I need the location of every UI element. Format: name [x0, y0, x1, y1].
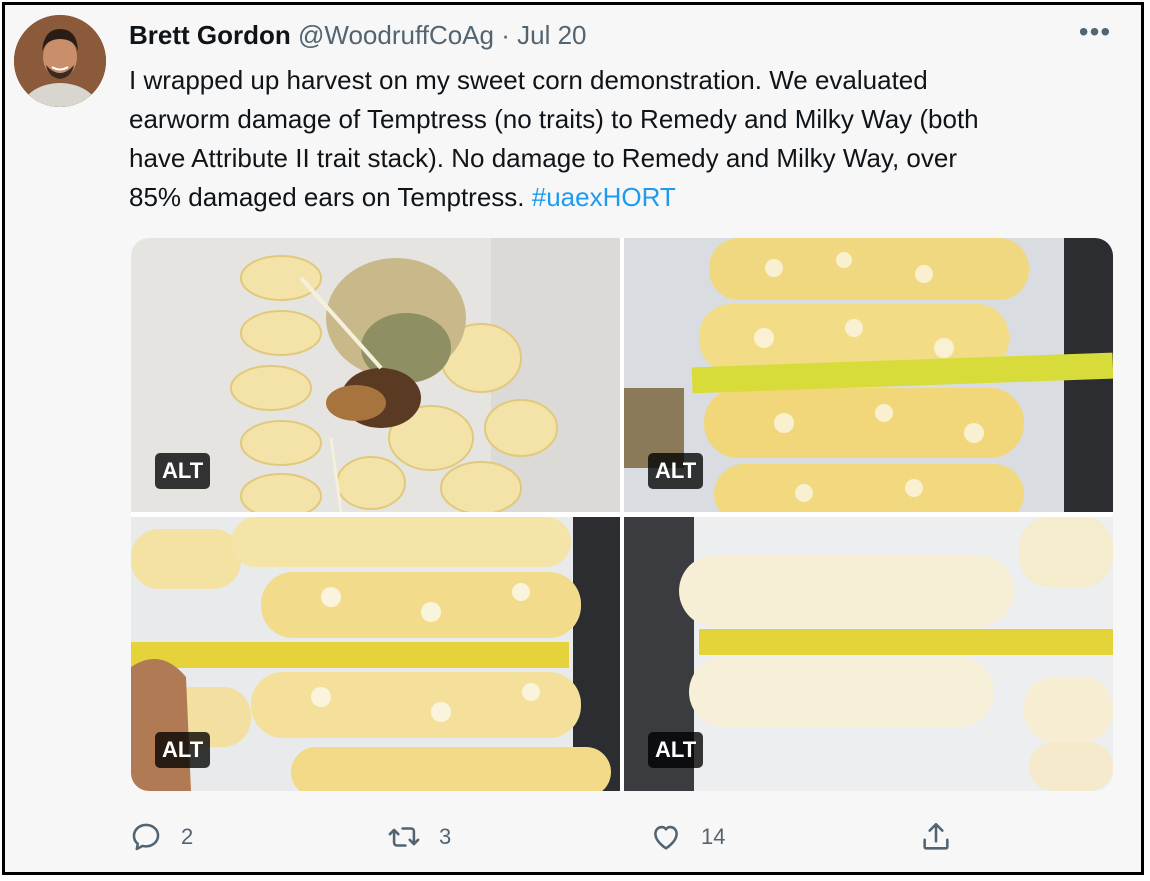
more-options-button[interactable]: •••	[1075, 18, 1115, 51]
like-button[interactable]: 14	[649, 815, 725, 859]
separator: ·	[501, 20, 510, 50]
avatar-photo	[14, 15, 106, 107]
author-handle[interactable]: @WoodruffCoAg	[298, 20, 494, 50]
photo-damaged-ear[interactable]: ALT	[131, 238, 620, 512]
share-icon	[923, 822, 949, 850]
alt-badge[interactable]: ALT	[648, 453, 704, 489]
tweet-text: I wrapped up harvest on my sweet corn de…	[129, 61, 1089, 217]
like-count: 14	[701, 824, 726, 849]
tweet-text-line: have Attribute II trait stack). No damag…	[129, 143, 958, 173]
hashtag-link[interactable]: #uaexHORT	[532, 182, 676, 212]
photo-ears-with-tape-1[interactable]: ALT	[624, 238, 1113, 512]
alt-badge[interactable]: ALT	[155, 453, 211, 489]
media-grid: ALT ALT ALT ALT	[131, 238, 1113, 791]
photo-ears-with-tape-3[interactable]: ALT	[624, 517, 1113, 791]
tweet-text-line: earworm damage of Temptress (no traits) …	[129, 104, 979, 134]
author-name[interactable]: Brett Gordon	[129, 20, 291, 50]
tweet-text-line-last: 85% damaged ears on Temptress. #uaexHORT	[129, 178, 1089, 217]
retweet-icon	[388, 827, 420, 847]
reply-count: 2	[181, 824, 194, 849]
alt-badge[interactable]: ALT	[648, 732, 704, 768]
retweet-count: 3	[439, 824, 452, 849]
tweet-header: Brett Gordon @WoodruffCoAg · Jul 20	[129, 19, 587, 51]
share-button[interactable]	[919, 815, 971, 859]
tweet-date[interactable]: Jul 20	[517, 20, 586, 50]
tweet-text-line: I wrapped up harvest on my sweet corn de…	[129, 65, 928, 95]
avatar[interactable]	[14, 15, 106, 107]
tweet-text-segment: 85% damaged ears on Temptress.	[129, 182, 532, 212]
tweet-card[interactable]: Brett Gordon @WoodruffCoAg · Jul 20 ••• …	[2, 2, 1144, 875]
retweet-button[interactable]: 3	[387, 815, 451, 859]
heart-icon	[654, 825, 678, 850]
reply-icon	[132, 823, 160, 851]
reply-button[interactable]: 2	[129, 815, 193, 859]
tweet-actions: 2 3 14	[129, 815, 1089, 859]
photo-ears-with-tape-2[interactable]: ALT	[131, 517, 620, 791]
alt-badge[interactable]: ALT	[155, 732, 211, 768]
